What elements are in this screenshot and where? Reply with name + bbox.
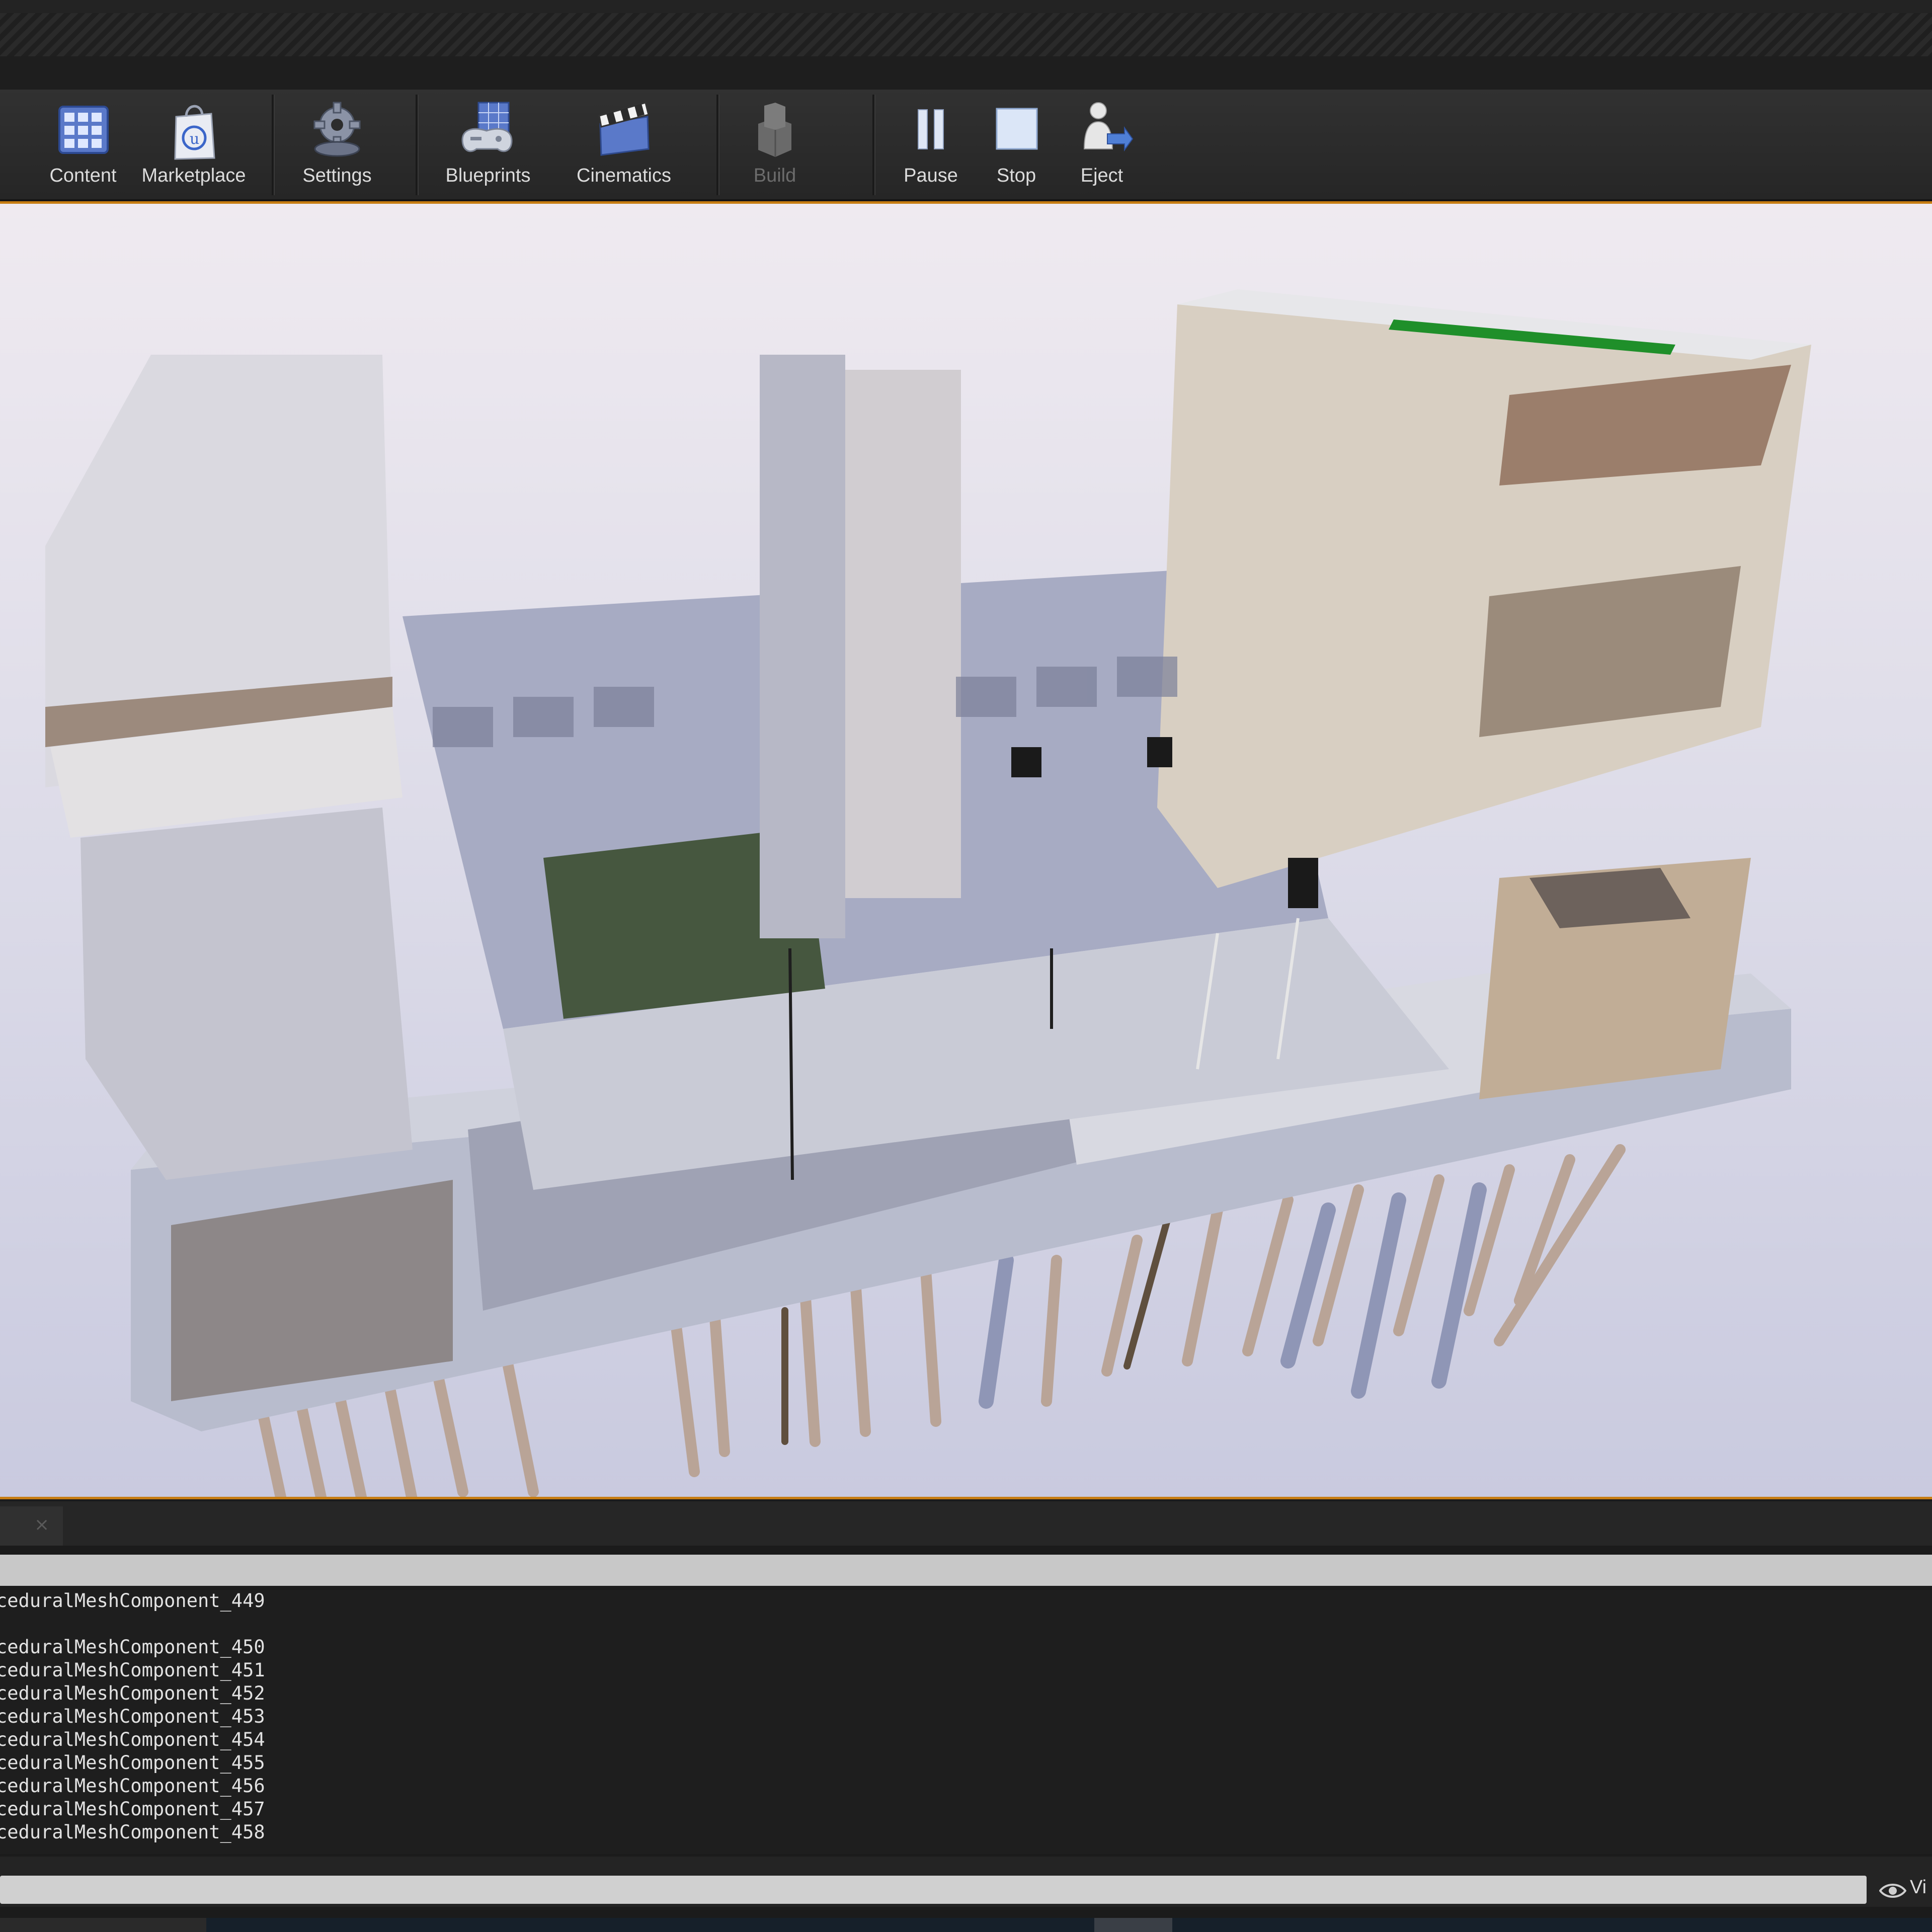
- build-blocks-icon: [758, 103, 791, 157]
- settings-button[interactable]: Settings: [292, 95, 382, 195]
- blueprints-label: Blueprints: [445, 165, 531, 186]
- log-line: ceduralMeshComponent_452: [0, 1682, 265, 1704]
- eject-icon: [1083, 102, 1134, 152]
- console-row: Vi: [0, 1857, 1932, 1907]
- output-log: ceduralMeshComponent_449 ceduralMeshComp…: [0, 1590, 1932, 1854]
- stop-icon: [996, 108, 1038, 150]
- pause-label: Pause: [904, 165, 958, 186]
- log-line: ceduralMeshComponent_457: [0, 1798, 265, 1820]
- stop-label: Stop: [996, 165, 1036, 186]
- eject-label: Eject: [1080, 165, 1123, 186]
- eject-button[interactable]: Eject: [1062, 95, 1142, 195]
- log-line: ceduralMeshComponent_458: [0, 1821, 265, 1843]
- gamepad-icon: [461, 102, 513, 152]
- cinematics-button[interactable]: Cinematics: [564, 95, 684, 195]
- build-button[interactable]: Build: [735, 95, 815, 195]
- marketplace-bag-icon: u: [174, 105, 215, 160]
- content-browser-icon: [58, 106, 109, 154]
- log-line: ceduralMeshComponent_454: [0, 1729, 265, 1750]
- status-segment: [1094, 1918, 1172, 1932]
- pause-button[interactable]: Pause: [891, 95, 971, 195]
- pause-icon: [918, 109, 944, 149]
- toolbar-separator: [872, 95, 875, 195]
- log-filter-bar[interactable]: [0, 1555, 1932, 1586]
- console-input[interactable]: [0, 1876, 1867, 1904]
- gear-icon: [313, 102, 361, 157]
- window-title-bar: [0, 0, 1932, 59]
- log-line: ceduralMeshComponent_451: [0, 1659, 265, 1681]
- log-line: ceduralMeshComponent_455: [0, 1752, 265, 1774]
- log-line: ceduralMeshComponent_449: [0, 1590, 265, 1612]
- log-line: ceduralMeshComponent_453: [0, 1706, 265, 1727]
- view-options-label[interactable]: Vi: [1910, 1877, 1926, 1898]
- title-bar-stripe: [0, 13, 1932, 59]
- status-bar: [0, 1918, 1932, 1932]
- log-line: ceduralMeshComponent_450: [0, 1636, 265, 1658]
- status-segment: [0, 1918, 206, 1932]
- marketplace-label: Marketplace: [141, 165, 246, 186]
- toolbar-separator: [716, 95, 719, 195]
- level-viewport[interactable]: [0, 201, 1932, 1499]
- cinematics-label: Cinematics: [577, 165, 671, 186]
- clapperboard-icon: [598, 102, 650, 156]
- eye-icon[interactable]: [1879, 1881, 1906, 1901]
- stop-button[interactable]: Stop: [976, 95, 1057, 195]
- content-label: Content: [49, 165, 117, 186]
- settings-label: Settings: [302, 165, 372, 186]
- menu-gap: [0, 56, 1932, 90]
- marketplace-button[interactable]: u Marketplace: [136, 95, 252, 195]
- close-icon[interactable]: ×: [34, 1514, 49, 1535]
- output-log-tab[interactable]: ×: [0, 1506, 63, 1546]
- toolbar-separator: [416, 95, 419, 195]
- blueprints-button[interactable]: Blueprints: [433, 95, 543, 195]
- building-model-render: [0, 204, 1932, 1497]
- main-toolbar: Content u Marketplace Settings Blueprint…: [0, 90, 1932, 201]
- output-log-tabbar: ×: [0, 1501, 1932, 1546]
- log-line: ceduralMeshComponent_456: [0, 1775, 265, 1797]
- content-button[interactable]: Content: [40, 95, 126, 195]
- svg-text:u: u: [190, 130, 199, 148]
- build-label: Build: [753, 165, 796, 186]
- toolbar-separator: [272, 95, 275, 195]
